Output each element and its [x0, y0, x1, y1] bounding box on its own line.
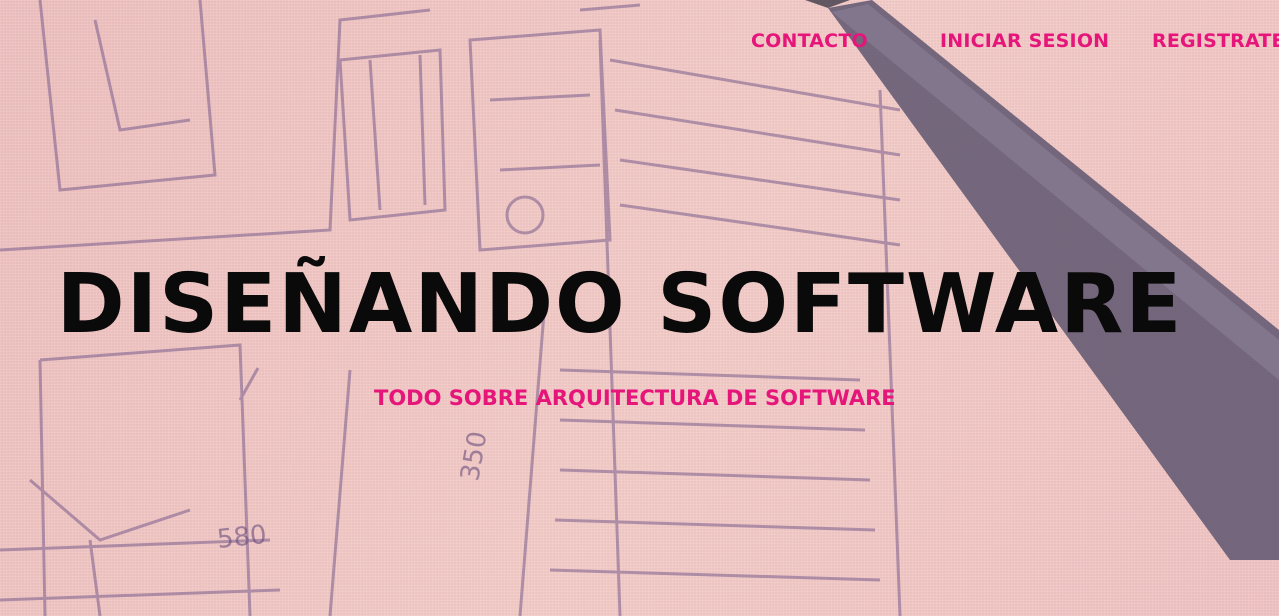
nav-link-contacto[interactable]: CONTACTO — [751, 29, 868, 53]
sketch-label-580: 580 — [216, 520, 269, 555]
sketch-label-350: 350 — [455, 429, 493, 483]
nav-link-registrate[interactable]: REGISTRATE — [1152, 29, 1279, 53]
hero-title: DISEÑANDO SOFTWARE — [56, 257, 1184, 352]
hero-section: 580 350 CONTACTO INICIAR SESION REGISTRA… — [0, 0, 1279, 616]
top-navigation: CONTACTO INICIAR SESION REGISTRATE — [0, 29, 1279, 53]
hero-subtitle: TODO SOBRE ARQUITECTURA DE SOFTWARE — [374, 386, 896, 410]
nav-link-iniciar-sesion[interactable]: INICIAR SESION — [940, 29, 1109, 53]
